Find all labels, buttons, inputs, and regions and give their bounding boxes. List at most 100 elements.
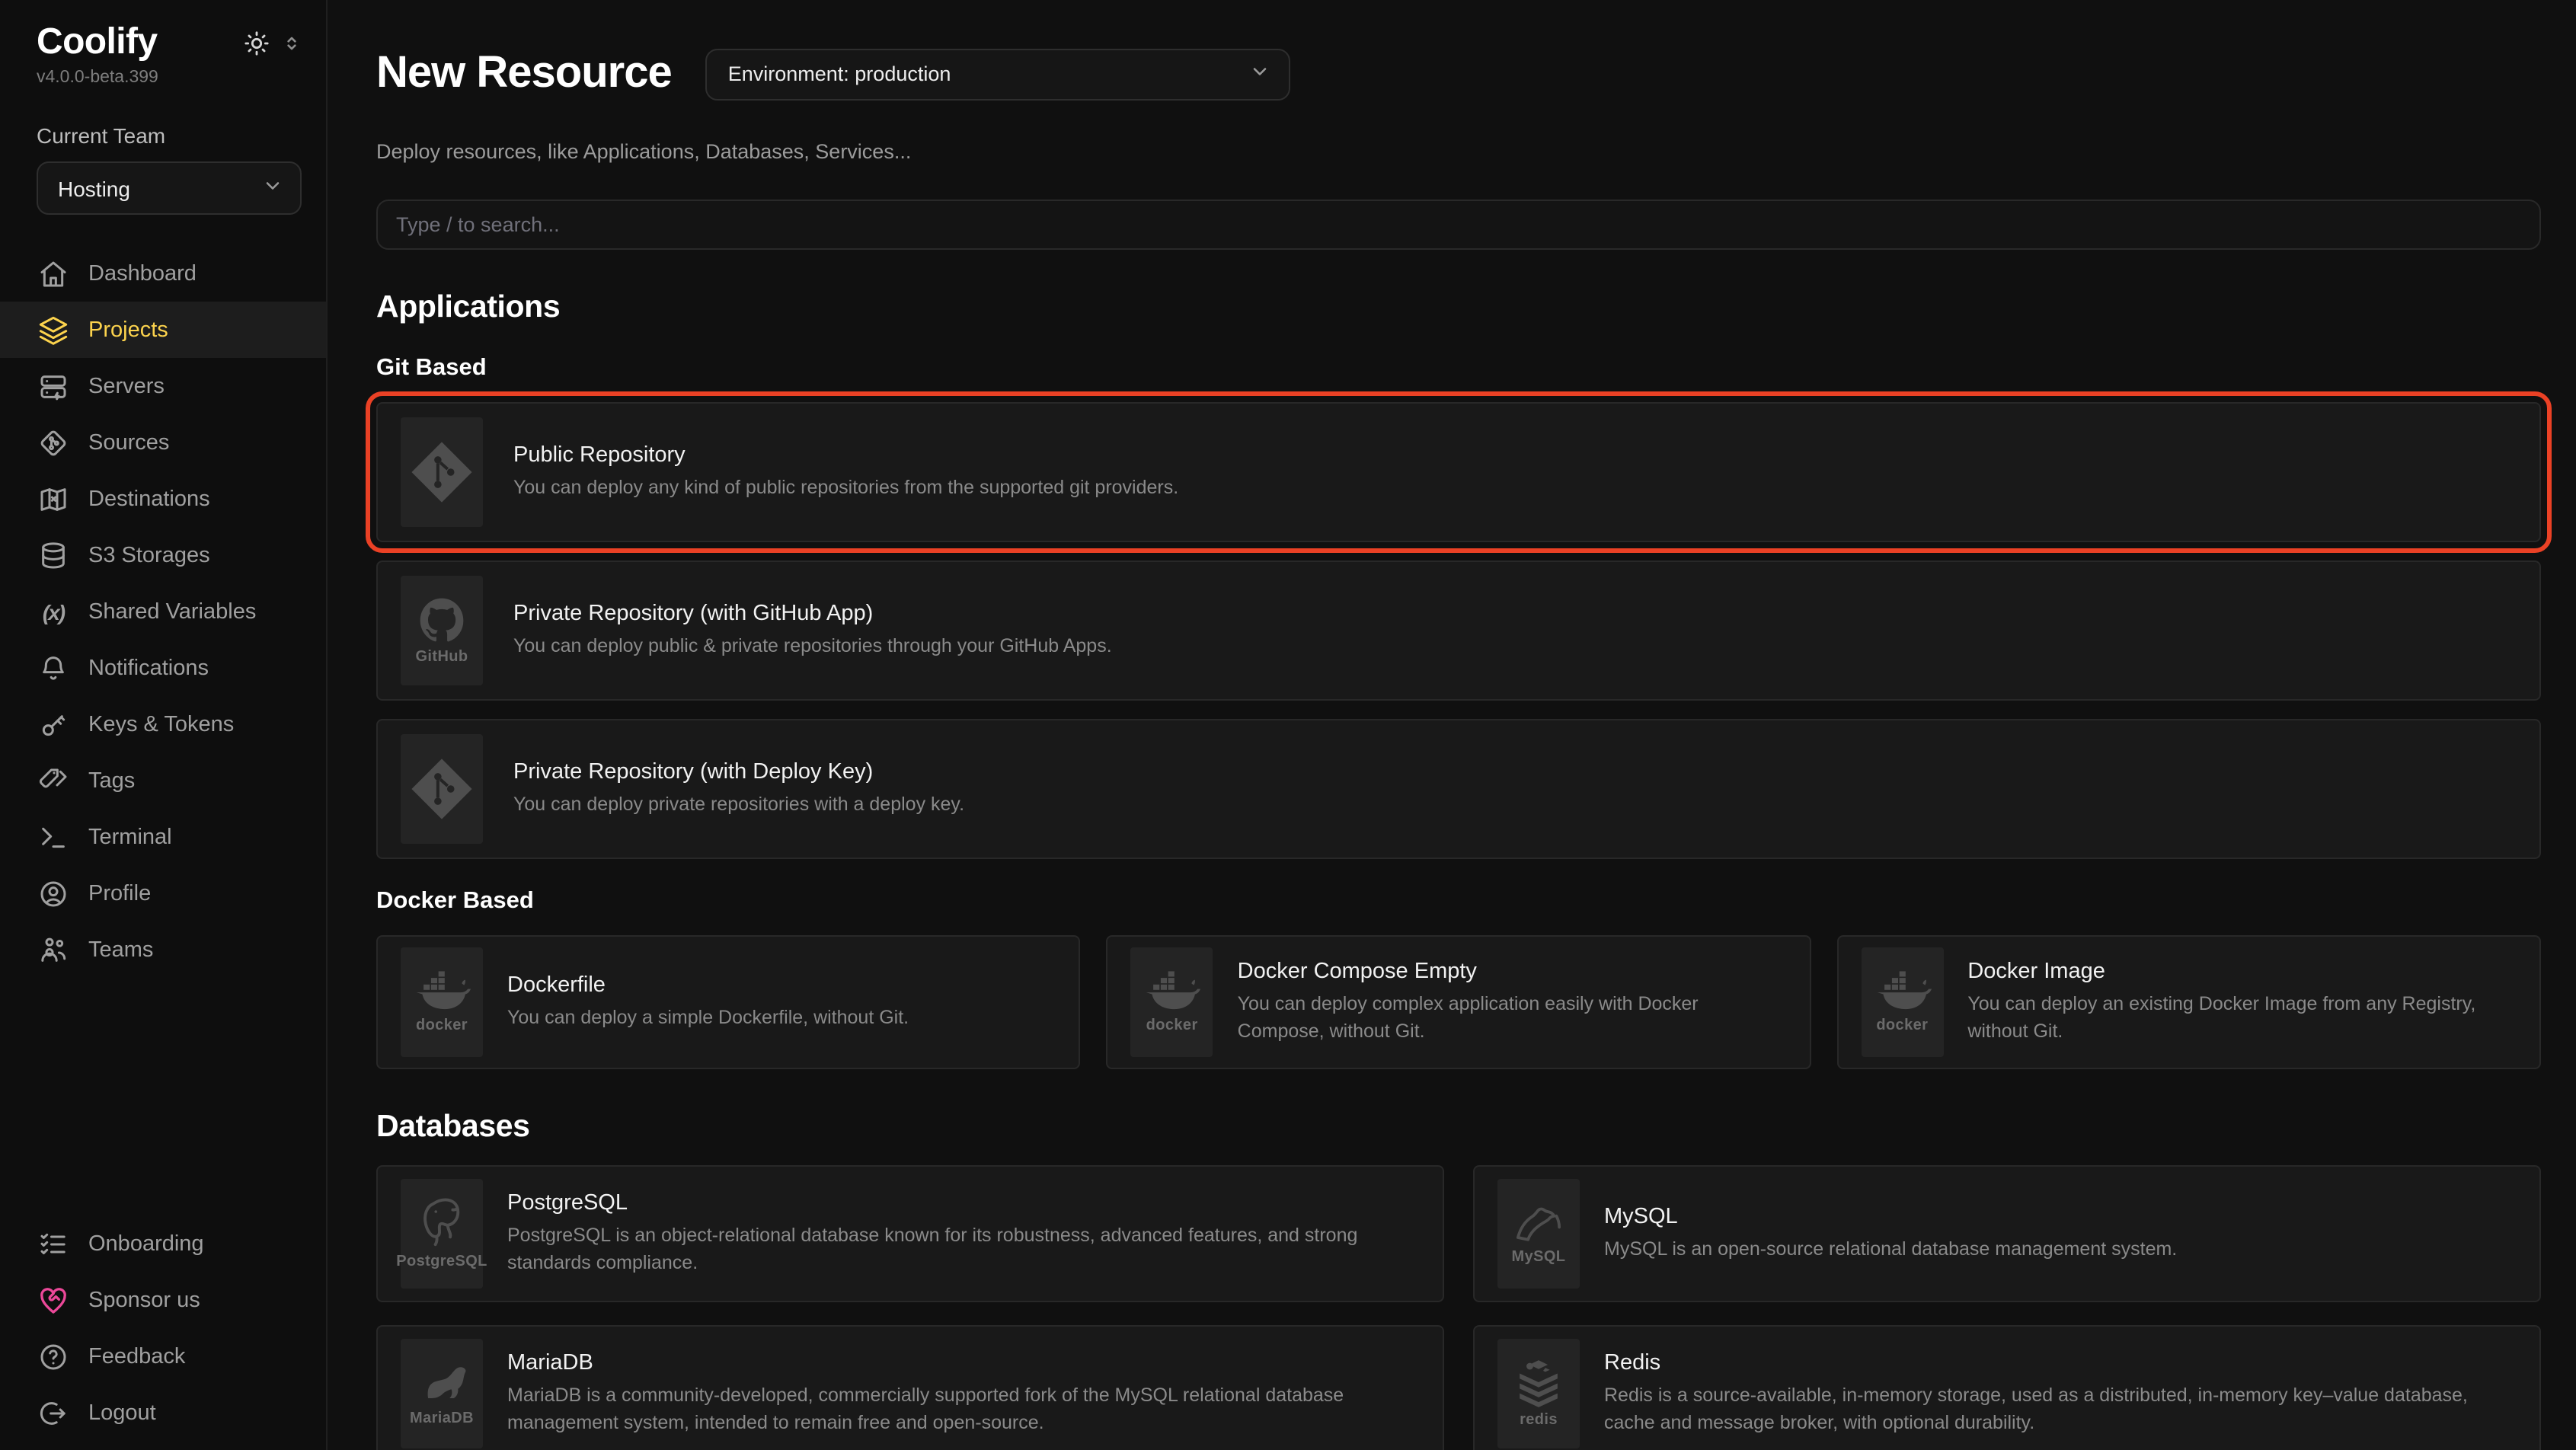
team-select[interactable]: Hosting xyxy=(37,161,302,215)
sidebar-item-destinations[interactable]: Destinations xyxy=(0,471,326,527)
sidebar-item-label: Servers xyxy=(88,374,165,398)
card-description: You can deploy a simple Dockerfile, with… xyxy=(507,1004,909,1031)
server-icon xyxy=(38,371,69,401)
sidebar-item-label: Teams xyxy=(88,937,153,962)
card-mariadb[interactable]: MariaDB MariaDB MariaDB is a community-dev… xyxy=(376,1325,1444,1450)
logo-brand-text: MySQL xyxy=(1512,1250,1566,1266)
sidebar-item-terminal[interactable]: Terminal xyxy=(0,809,326,865)
main-content: New Resource Environment: production Dep… xyxy=(328,0,2576,1450)
sidebar-item-keys-tokens[interactable]: Keys & Tokens xyxy=(0,696,326,752)
sidebar-item-label: Logout xyxy=(88,1400,156,1425)
card-title: Public Repository xyxy=(513,443,1178,468)
sidebar-item-label: Keys & Tokens xyxy=(88,712,234,736)
sidebar-item-projects[interactable]: Projects xyxy=(0,302,326,358)
page-header: New Resource Environment: production xyxy=(376,20,2541,129)
sidebar-item-dashboard[interactable]: Dashboard xyxy=(0,245,326,302)
sidebar-item-logout[interactable]: Logout xyxy=(0,1385,326,1441)
card-mysql[interactable]: MySQL MySQL MySQL is an open-source relati… xyxy=(1473,1165,2541,1302)
layers-icon xyxy=(38,315,69,345)
card-title: Redis xyxy=(1604,1350,2517,1375)
home-icon xyxy=(38,258,69,289)
current-team-label: Current Team xyxy=(37,123,302,148)
card-text: Private Repository (with GitHub App)You … xyxy=(513,602,1112,660)
card-text: PostgreSQLPostgreSQL is an object-relati… xyxy=(507,1190,1420,1276)
card-group: PostgreSQL PostgreSQLPostgreSQL is an obj… xyxy=(376,1165,2541,1450)
logout-icon xyxy=(38,1397,69,1428)
card-description: You can deploy public & private reposito… xyxy=(513,632,1112,660)
card-text: Docker Compose EmptyYou can deploy compl… xyxy=(1238,959,1787,1045)
card-text: Dockerfile You can deploy a simple Docker… xyxy=(507,973,909,1031)
sidebar-item-label: Notifications xyxy=(88,656,209,680)
sidebar-footer: OnboardingSponsor us Feedback Logout xyxy=(0,1215,326,1441)
git-diamond-icon xyxy=(38,427,69,458)
redis-icon: redis xyxy=(1497,1339,1580,1448)
mysql-icon: MySQL xyxy=(1497,1179,1580,1289)
sun-icon[interactable] xyxy=(244,30,270,56)
sidebar: Coolify v4.0.0-beta.399 Current Team Hos… xyxy=(0,0,328,1450)
sidebar-item-feedback[interactable]: Feedback xyxy=(0,1328,326,1385)
postgres-icon: PostgreSQL xyxy=(401,1179,483,1289)
docker-icon: docker xyxy=(1861,947,1943,1057)
database-icon xyxy=(38,540,69,570)
card-title: MariaDB xyxy=(507,1350,1420,1375)
sidebar-item-label: Destinations xyxy=(88,487,210,511)
page-title: New Resource xyxy=(376,50,672,100)
card-redis[interactable]: redis Redis Redis is a source-available, i… xyxy=(1473,1325,2541,1450)
sidebar-item-onboarding[interactable]: Onboarding xyxy=(0,1215,326,1272)
mariadb-icon: MariaDB xyxy=(401,1339,483,1448)
sidebar-item-notifications[interactable]: Notifications xyxy=(0,640,326,696)
card-public-repository[interactable]: Public RepositoryYou can deploy any kind… xyxy=(376,402,2541,542)
card-title: MySQL xyxy=(1604,1205,2177,1229)
card-description: You can deploy private repositories with… xyxy=(513,790,964,818)
help-circle-icon xyxy=(38,1341,69,1372)
card-group: Public RepositoryYou can deploy any kind… xyxy=(376,402,2541,859)
list-checks-icon xyxy=(38,1228,69,1259)
github-icon: GitHub xyxy=(401,576,483,685)
key-icon xyxy=(38,709,69,739)
card-description: MariaDB is a community-developed, commer… xyxy=(507,1381,1420,1436)
docker-icon: docker xyxy=(1131,947,1213,1057)
sidebar-item-label: Feedback xyxy=(88,1344,185,1369)
card-dockerfile[interactable]: docker Dockerfile You can deploy a simple … xyxy=(376,935,1081,1069)
sidebar-item-sponsor-us[interactable]: Sponsor us xyxy=(0,1272,326,1328)
sidebar-item-label: Projects xyxy=(88,318,168,342)
card-private-repository-with-deploy-key[interactable]: Private Repository (with Deploy Key)You … xyxy=(376,719,2541,859)
search-input[interactable] xyxy=(376,200,2541,250)
app-brand: Coolify xyxy=(37,21,157,64)
card-docker-image[interactable]: dockerDocker ImageYou can deploy an exis… xyxy=(1836,935,2541,1069)
environment-select[interactable]: Environment: production xyxy=(705,49,1290,101)
card-description: You can deploy an existing Docker Image … xyxy=(1967,989,2517,1045)
sidebar-item-teams[interactable]: Teams xyxy=(0,921,326,978)
chevrons-up-down-icon[interactable] xyxy=(282,33,302,53)
terminal-icon xyxy=(38,822,69,852)
environment-select-value: Environment: production xyxy=(728,63,951,86)
card-docker-compose-empty[interactable]: docker Docker Compose EmptyYou can deploy… xyxy=(1107,935,1811,1069)
logo-brand-text: docker xyxy=(1876,1018,1928,1035)
sidebar-item-shared-variables[interactable]: (x)Shared Variables xyxy=(0,583,326,640)
sidebar-item-sources[interactable]: Sources xyxy=(0,414,326,471)
sidebar-item-label: Shared Variables xyxy=(88,599,256,624)
card-title: Dockerfile xyxy=(507,973,909,998)
card-group: docker Dockerfile You can deploy a simple … xyxy=(376,935,2541,1069)
tags-icon xyxy=(38,765,69,796)
card-text: Public RepositoryYou can deploy any kind… xyxy=(513,443,1178,501)
card-description: Redis is a source-available, in-memory s… xyxy=(1604,1381,2517,1436)
card-private-repository-with-github-app[interactable]: GitHub Private Repository (with GitHub Ap… xyxy=(376,561,2541,701)
map-icon xyxy=(38,484,69,514)
sidebar-item-s3-storages[interactable]: S3 Storages xyxy=(0,527,326,583)
card-description: MySQL is an open-source relational datab… xyxy=(1604,1235,2177,1263)
group-subheading-docker-based: Docker Based xyxy=(376,888,2541,915)
git-icon xyxy=(401,417,483,527)
user-circle-icon xyxy=(38,878,69,909)
card-text: Private Repository (with Deploy Key)You … xyxy=(513,760,964,818)
sidebar-item-tags[interactable]: Tags xyxy=(0,752,326,809)
card-postgresql[interactable]: PostgreSQL PostgreSQLPostgreSQL is an obj… xyxy=(376,1165,1444,1302)
card-description: You can deploy complex application easil… xyxy=(1238,989,1787,1045)
sidebar-item-label: Terminal xyxy=(88,825,172,849)
chevron-down-icon xyxy=(262,175,283,201)
sidebar-item-servers[interactable]: Servers xyxy=(0,358,326,414)
logo-brand-text: docker xyxy=(1146,1018,1198,1035)
heart-handshake-icon xyxy=(38,1285,69,1315)
sidebar-item-profile[interactable]: Profile xyxy=(0,865,326,921)
logo-brand-text: docker xyxy=(416,1018,468,1035)
